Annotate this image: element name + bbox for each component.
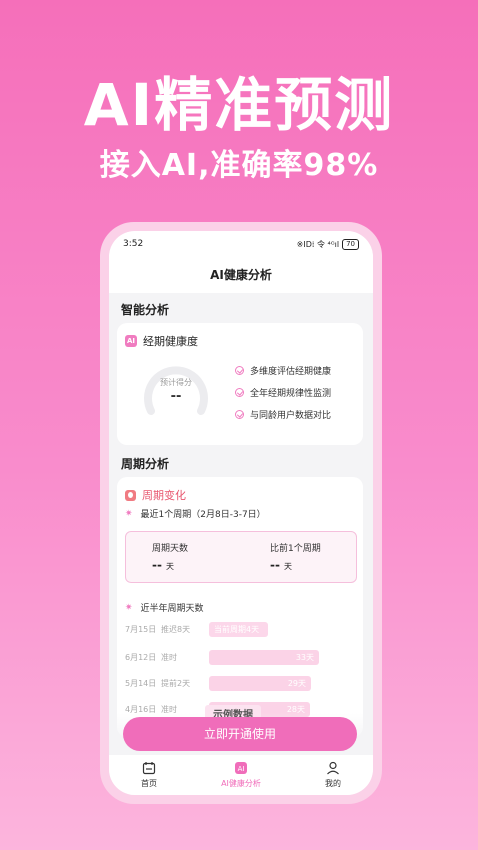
cycle-analysis-title: 周期分析: [121, 457, 170, 471]
phone-screen: 3:52 ※ID⁞ 令 ⁴ᴳıl 70 AI健康分析 智能分析 AI 经期健康度: [109, 231, 373, 795]
cycle-row-status: 提前2天: [161, 678, 191, 688]
tab-profile[interactable]: 我的: [325, 761, 341, 789]
tab-bar: 首页 AI AI健康分析 我的: [109, 755, 373, 795]
phone-frame: 3:52 ※ID⁞ 令 ⁴ᴳıl 70 AI健康分析 智能分析 AI 经期健康度: [100, 222, 382, 804]
signal-icons: ※ID⁞ 令 ⁴ᴳıl: [296, 239, 340, 249]
cycle-days-value: -- 天: [152, 558, 174, 572]
promo-title: AI精准预测: [83, 71, 395, 139]
compare-label: 比前1个周期: [270, 544, 321, 554]
promo-subtitle: 接入AI,准确率98%: [99, 148, 379, 183]
cycle-days-unit: 天: [165, 562, 174, 571]
ai-icon: AI: [234, 762, 247, 774]
status-icons: ※ID⁞ 令 ⁴ᴳıl 70: [296, 238, 359, 250]
compare-value: -- 天: [270, 558, 292, 572]
cycle-card: 周期变化 ✷ 最近1个周期（2月8日-3-7日） 周期天数 -- 天 比前1个周期…: [117, 477, 363, 737]
cycle-row: 6月12日 准时 33天: [125, 649, 357, 665]
cycle-row-date: 7月15日: [125, 624, 157, 634]
tab-home[interactable]: 首页: [141, 761, 157, 789]
health-card-title: 经期健康度: [143, 335, 198, 348]
tab-profile-label: 我的: [324, 779, 341, 788]
user-icon: [327, 761, 339, 775]
cycle-row: 7月15日 推迟8天 当前周期4天: [125, 621, 357, 637]
cycle-row: 5月14日 提前2天 29天: [125, 675, 357, 691]
recent-cycle-line: ✷ 最近1个周期（2月8日-3-7日）: [125, 507, 266, 521]
check-circle-icon: [235, 387, 244, 397]
feature-text: 多维度评估经期健康: [250, 366, 332, 377]
cycle-row-bar: 33天: [209, 649, 319, 665]
cycle-row-date: 5月14日: [125, 678, 157, 688]
score-gauge: 预计得分 --: [139, 357, 213, 417]
status-time: 3:52: [123, 239, 144, 249]
check-circle-icon: [235, 409, 244, 419]
activate-button[interactable]: 立即开通使用: [123, 717, 357, 751]
cycle-row-bar: 当前周期4天: [209, 621, 268, 637]
drop-icon: [125, 489, 136, 501]
cycle-row-bar: 29天: [209, 675, 311, 691]
cycle-days-number: --: [152, 558, 162, 572]
cycle-stats-box: 周期天数 -- 天 比前1个周期 -- 天: [125, 531, 357, 583]
nav-bar: AI健康分析: [109, 257, 373, 293]
compare-number: --: [270, 558, 280, 572]
battery-icon: 70: [342, 238, 359, 250]
cycle-card-header: 周期变化: [125, 487, 186, 503]
cycle-card-title: 周期变化: [142, 489, 186, 502]
check-circle-icon: [235, 365, 244, 375]
page-title: AI健康分析: [210, 268, 272, 282]
feature-text: 全年经期规律性监测: [250, 388, 332, 399]
cycle-days-label: 周期天数: [152, 544, 189, 554]
half-year-line: ✷ 近半年周期天数: [125, 601, 204, 615]
tab-home-label: 首页: [141, 779, 158, 788]
gauge-label: 预计得分: [160, 378, 192, 387]
feature-list: 多维度评估经期健康 全年经期规律性监测 与同龄用户数据对比: [235, 359, 331, 425]
tab-ai-label: AI健康分析: [221, 779, 261, 788]
calendar-icon: [142, 762, 156, 775]
compare-unit: 天: [283, 562, 292, 571]
feature-item: 多维度评估经期健康: [235, 359, 331, 381]
smart-analysis-title: 智能分析: [121, 303, 170, 317]
sparkle-icon: ✷: [125, 602, 133, 613]
feature-item: 与同龄用户数据对比: [235, 403, 331, 425]
half-year-label: 近半年周期天数: [140, 604, 204, 614]
tab-ai-analysis[interactable]: AI AI健康分析: [221, 761, 261, 789]
cycle-row-status: 推迟8天: [161, 624, 191, 634]
gauge-value: --: [170, 389, 182, 404]
svg-text:AI: AI: [238, 765, 245, 773]
health-card-header: AI 经期健康度: [125, 333, 198, 349]
feature-item: 全年经期规律性监测: [235, 381, 331, 403]
cycle-row-status: 准时: [161, 652, 177, 662]
ai-badge-icon: AI: [125, 335, 137, 347]
feature-text: 与同龄用户数据对比: [250, 410, 332, 421]
recent-cycle-label: 最近1个周期（2月8日-3-7日）: [140, 510, 266, 520]
status-bar: 3:52 ※ID⁞ 令 ⁴ᴳıl 70: [109, 231, 373, 257]
health-card: AI 经期健康度 预计得分 -- 多维度评估经期健康 全年经期规律性监测 与同龄…: [117, 323, 363, 445]
cycle-row-date: 6月12日: [125, 652, 157, 662]
sparkle-icon: ✷: [125, 508, 133, 519]
